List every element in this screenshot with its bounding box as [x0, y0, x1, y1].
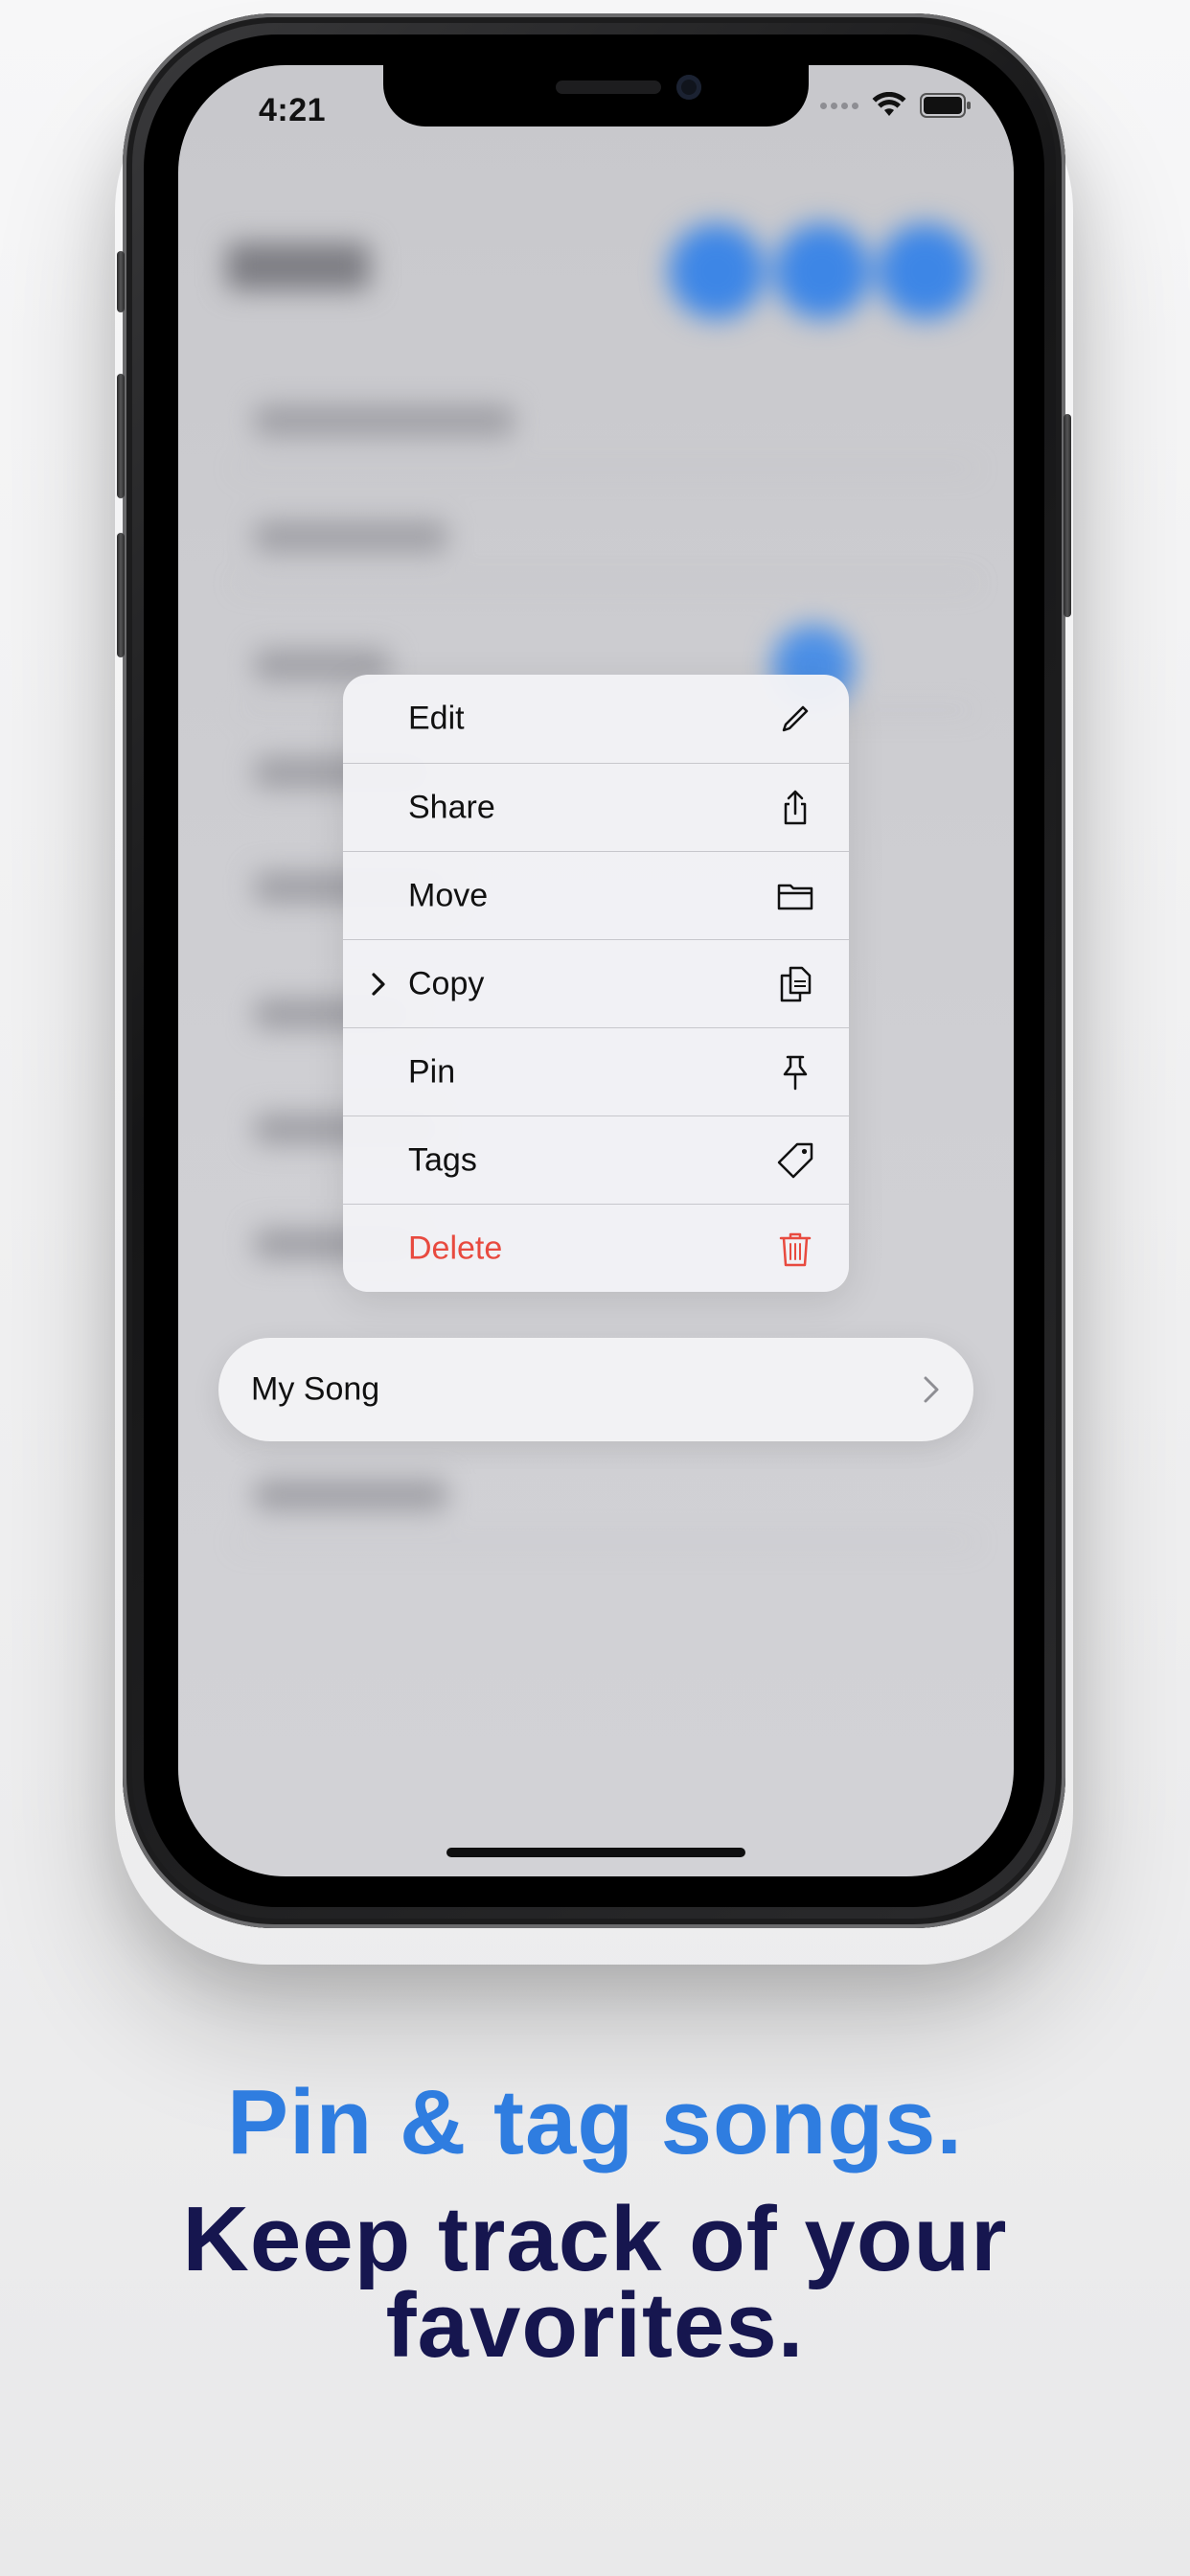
- cellular-signal-icon: [820, 102, 858, 109]
- menu-item-label: Copy: [408, 965, 485, 1001]
- wifi-icon: [872, 92, 906, 116]
- blurred-row: [255, 1480, 446, 1510]
- disclosure-chevron-icon: [924, 1376, 939, 1403]
- status-time: 4:21: [259, 92, 327, 128]
- blurred-toolbar-button: [669, 223, 765, 319]
- menu-item-move[interactable]: Move: [343, 851, 849, 939]
- context-menu: Edit Share Move Copy Pin Tags Delete: [343, 675, 849, 1292]
- front-camera: [676, 75, 701, 100]
- blurred-title: [226, 242, 370, 290]
- blurred-divider: [236, 583, 975, 585]
- status-indicators: [820, 92, 972, 119]
- volume-up-button: [117, 374, 125, 498]
- menu-item-tags[interactable]: Tags: [343, 1116, 849, 1204]
- trash-icon: [779, 1232, 812, 1266]
- selected-song-row[interactable]: My Song: [218, 1338, 973, 1441]
- menu-item-label: Share: [408, 789, 495, 825]
- menu-item-label: Move: [408, 877, 489, 913]
- blurred-divider: [236, 468, 975, 470]
- blurred-row: [255, 521, 446, 552]
- folder-icon: [777, 884, 813, 909]
- tag-icon: [777, 1142, 813, 1178]
- menu-item-label: Pin: [408, 1053, 456, 1090]
- headline-caption: Pin & tag songs.: [226, 2071, 964, 2174]
- menu-item-label: Edit: [408, 700, 465, 737]
- menu-item-pin[interactable]: Pin: [343, 1027, 849, 1116]
- copy-icon: [780, 966, 812, 1001]
- notch: [383, 65, 809, 126]
- phone-screen: 4:21 Edit Share Move Copy Pin Tags Delet…: [178, 65, 1014, 1876]
- home-indicator[interactable]: [446, 1848, 745, 1857]
- pencil-icon: [782, 705, 809, 732]
- speaker-grille: [556, 80, 661, 94]
- share-icon: [784, 790, 807, 824]
- blurred-toolbar-button: [878, 223, 973, 319]
- song-title: My Song: [251, 1370, 380, 1408]
- mute-switch: [117, 251, 125, 312]
- menu-item-copy[interactable]: Copy: [343, 939, 849, 1027]
- menu-item-label: Tags: [408, 1141, 477, 1178]
- blurred-toolbar-button: [774, 223, 870, 319]
- menu-item-edit[interactable]: Edit: [343, 675, 849, 763]
- subline-caption: Keep track of your favorites.: [182, 2188, 1008, 2377]
- power-button: [1064, 414, 1071, 617]
- chevron-right-icon: [372, 972, 385, 996]
- menu-item-share[interactable]: Share: [343, 763, 849, 851]
- blurred-row: [255, 405, 514, 436]
- volume-down-button: [117, 533, 125, 657]
- menu-item-label: Delete: [408, 1230, 503, 1266]
- battery-icon: [920, 93, 971, 118]
- menu-item-delete[interactable]: Delete: [343, 1204, 849, 1292]
- blurred-divider: [236, 1541, 975, 1543]
- pin-icon: [783, 1055, 808, 1090]
